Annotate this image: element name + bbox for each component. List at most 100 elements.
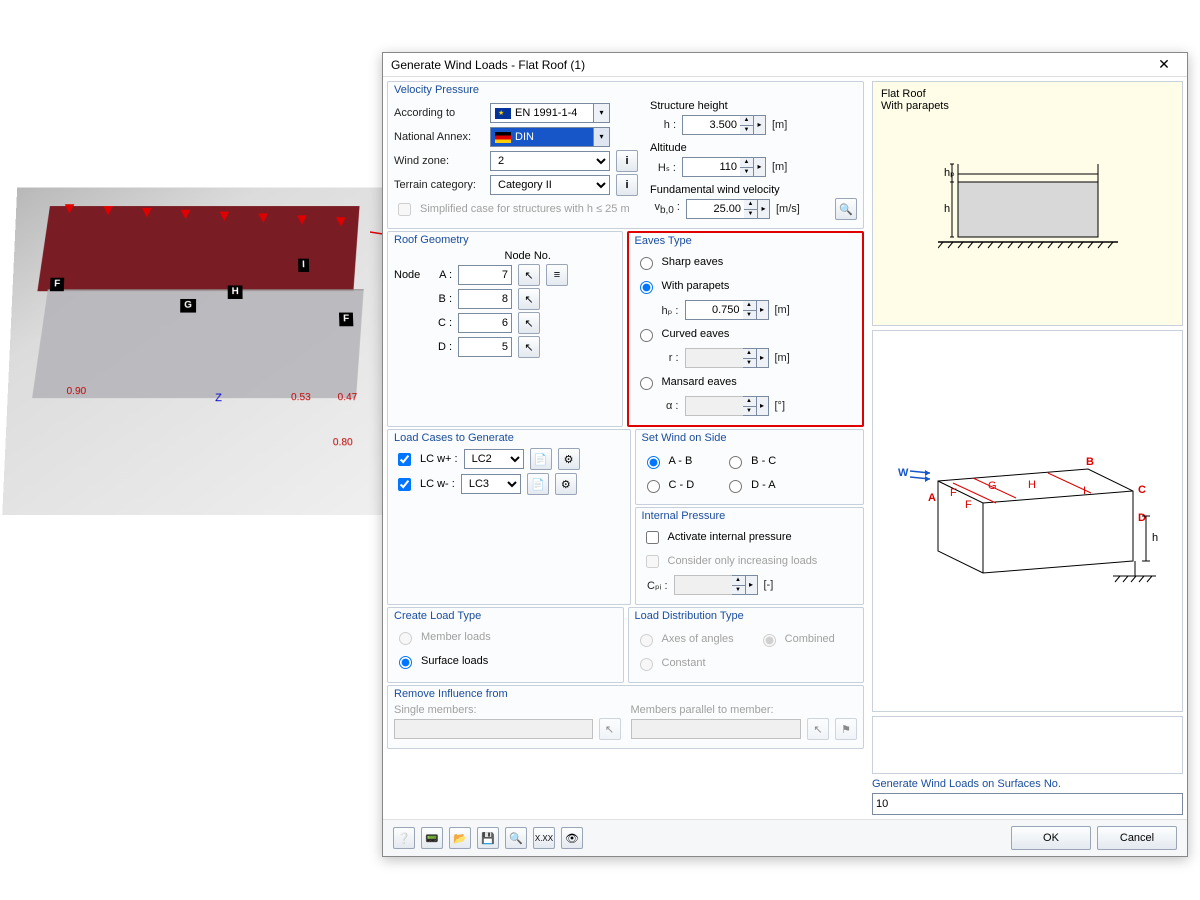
mansard-eaves-radio[interactable]	[640, 377, 653, 390]
svg-text:F: F	[950, 487, 957, 499]
pick-node-button[interactable]: ↖	[518, 336, 540, 358]
precision-button[interactable]: X.XX	[533, 827, 555, 849]
lc-wminus-label: LC w- :	[420, 478, 455, 490]
svg-text:C: C	[1138, 484, 1146, 496]
node-b-input[interactable]	[458, 289, 512, 309]
close-button[interactable]: ✕	[1149, 55, 1179, 75]
zone-tag-f2: F	[339, 313, 353, 327]
zone-tag-f: F	[50, 278, 64, 291]
cancel-button[interactable]: Cancel	[1097, 826, 1177, 850]
wind-bc-radio[interactable]	[729, 456, 742, 469]
svg-text:B: B	[1086, 456, 1094, 468]
ok-button[interactable]: OK	[1011, 826, 1091, 850]
vb-input[interactable]: ▲▼▸	[686, 199, 770, 219]
chevron-down-icon: ▾	[593, 128, 609, 146]
titlebar[interactable]: Generate Wind Loads - Flat Roof (1) ✕	[383, 53, 1187, 77]
terrain-combo[interactable]: Category II	[490, 175, 610, 195]
preview-mid: F G H I F A B C D W	[872, 330, 1183, 712]
r-label: r :	[653, 352, 679, 364]
wind-loads-dialog: Generate Wind Loads - Flat Roof (1) ✕ Ve…	[382, 52, 1188, 857]
node-no-header: Node No.	[440, 250, 616, 262]
axis-z-label: Z	[215, 392, 222, 404]
hp-input[interactable]: ▲▼▸	[685, 300, 769, 320]
curved-eaves-radio[interactable]	[640, 329, 653, 342]
svg-text:hₚ: hₚ	[944, 167, 955, 179]
pick-node-button[interactable]: ↖	[518, 288, 540, 310]
parallel-members-input	[631, 719, 802, 739]
load-val-3: 0.47	[337, 392, 357, 403]
pick-button: ↖	[599, 718, 621, 740]
altitude-label: Altitude	[650, 142, 857, 154]
pick-node-button[interactable]: ↖	[518, 312, 540, 334]
preview-line1: Flat Roof	[881, 88, 1174, 100]
zoom-button[interactable]: 🔍	[505, 827, 527, 849]
open-button[interactable]: 📂	[449, 827, 471, 849]
dialog-footer: ❔ 📟 📂 💾 🔍 X.XX 👁 OK Cancel	[383, 819, 1187, 856]
activate-ip-checkbox[interactable]	[646, 531, 659, 544]
axes-radio	[640, 634, 653, 647]
lc-details-button[interactable]: ⚙	[555, 473, 577, 495]
lc-details-button[interactable]: ⚙	[558, 448, 580, 470]
sharp-eaves-radio[interactable]	[640, 257, 653, 270]
surfaces-input[interactable]	[872, 793, 1183, 815]
single-members-label: Single members:	[394, 704, 477, 716]
parapet-figure: hₚ h	[938, 152, 1118, 262]
member-loads-radio	[399, 632, 412, 645]
group-load-cases: Load Cases to Generate LC w+ : LC2 📄 ⚙ L…	[387, 429, 631, 605]
lc-wplus-combo[interactable]: LC2	[464, 449, 524, 469]
info-button[interactable]: i	[616, 150, 638, 172]
svg-text:D: D	[1138, 512, 1146, 524]
lc-wminus-combo[interactable]: LC3	[461, 474, 521, 494]
hs-label: Hₛ :	[650, 161, 676, 174]
preview-blank	[872, 716, 1183, 774]
hp-label: hₚ :	[653, 304, 679, 317]
save-button[interactable]: 💾	[477, 827, 499, 849]
calculator-button[interactable]: 📟	[421, 827, 443, 849]
fund-vel-label: Fundamental wind velocity	[650, 184, 857, 196]
wind-da-radio[interactable]	[729, 480, 742, 493]
group-roof-geometry: Roof Geometry Node No. Node A : ↖ ≡ B : …	[387, 231, 623, 427]
zone-tag-i: I	[298, 259, 309, 272]
svg-text:h: h	[1152, 532, 1158, 544]
annex-combo[interactable]: DIN ▾	[490, 127, 610, 147]
with-parapets-radio[interactable]	[640, 281, 653, 294]
simplified-checkbox	[398, 203, 411, 216]
svg-text:H: H	[1028, 479, 1036, 491]
surface-loads-radio[interactable]	[399, 656, 412, 669]
info-button[interactable]: i	[616, 174, 638, 196]
wind-ab-radio[interactable]	[647, 456, 660, 469]
h-input[interactable]: ▲▼▸	[682, 115, 766, 135]
alpha-label: α :	[653, 400, 679, 412]
according-combo[interactable]: ★ EN 1991-1-4 ▾	[490, 103, 610, 123]
node-a-input[interactable]	[458, 265, 512, 285]
svg-text:A: A	[928, 492, 936, 504]
node-c-input[interactable]	[458, 313, 512, 333]
group-generate-surfaces: Generate Wind Loads on Surfaces No.	[872, 778, 1183, 815]
group-remove-influence: Remove Influence from Single members: ↖ …	[387, 685, 864, 749]
h-unit: [m]	[772, 119, 787, 131]
list-button[interactable]: ≡	[546, 264, 568, 286]
view-button[interactable]: 👁	[561, 827, 583, 849]
legend: Velocity Pressure	[394, 84, 857, 96]
h-label: h :	[650, 119, 676, 131]
r-input: ▲▼▸	[685, 348, 769, 368]
group-load-dist-type: Load Distribution Type Axes of angles Co…	[628, 607, 865, 683]
help-button[interactable]: ❔	[393, 827, 415, 849]
node-d-input[interactable]	[458, 337, 512, 357]
chevron-down-icon: ▾	[593, 104, 609, 122]
roof-iso-figure: F G H I F A B C D W	[888, 421, 1168, 621]
load-val-2: 0.53	[291, 392, 311, 403]
new-lc-button[interactable]: 📄	[530, 448, 552, 470]
hs-input[interactable]: ▲▼▸	[682, 157, 766, 177]
terrain-label: Terrain category:	[394, 179, 484, 191]
lc-wplus-checkbox[interactable]	[398, 453, 411, 466]
details-button[interactable]: 🔍	[835, 198, 857, 220]
wind-cd-radio[interactable]	[647, 480, 660, 493]
new-lc-button[interactable]: 📄	[527, 473, 549, 495]
windzone-combo[interactable]: 2	[490, 151, 610, 171]
dialog-title: Generate Wind Loads - Flat Roof (1)	[391, 58, 585, 72]
pick-node-button[interactable]: ↖	[518, 264, 540, 286]
lc-wminus-checkbox[interactable]	[398, 478, 411, 491]
consider-inc-checkbox	[646, 555, 659, 568]
zone-tag-g: G	[180, 299, 196, 313]
